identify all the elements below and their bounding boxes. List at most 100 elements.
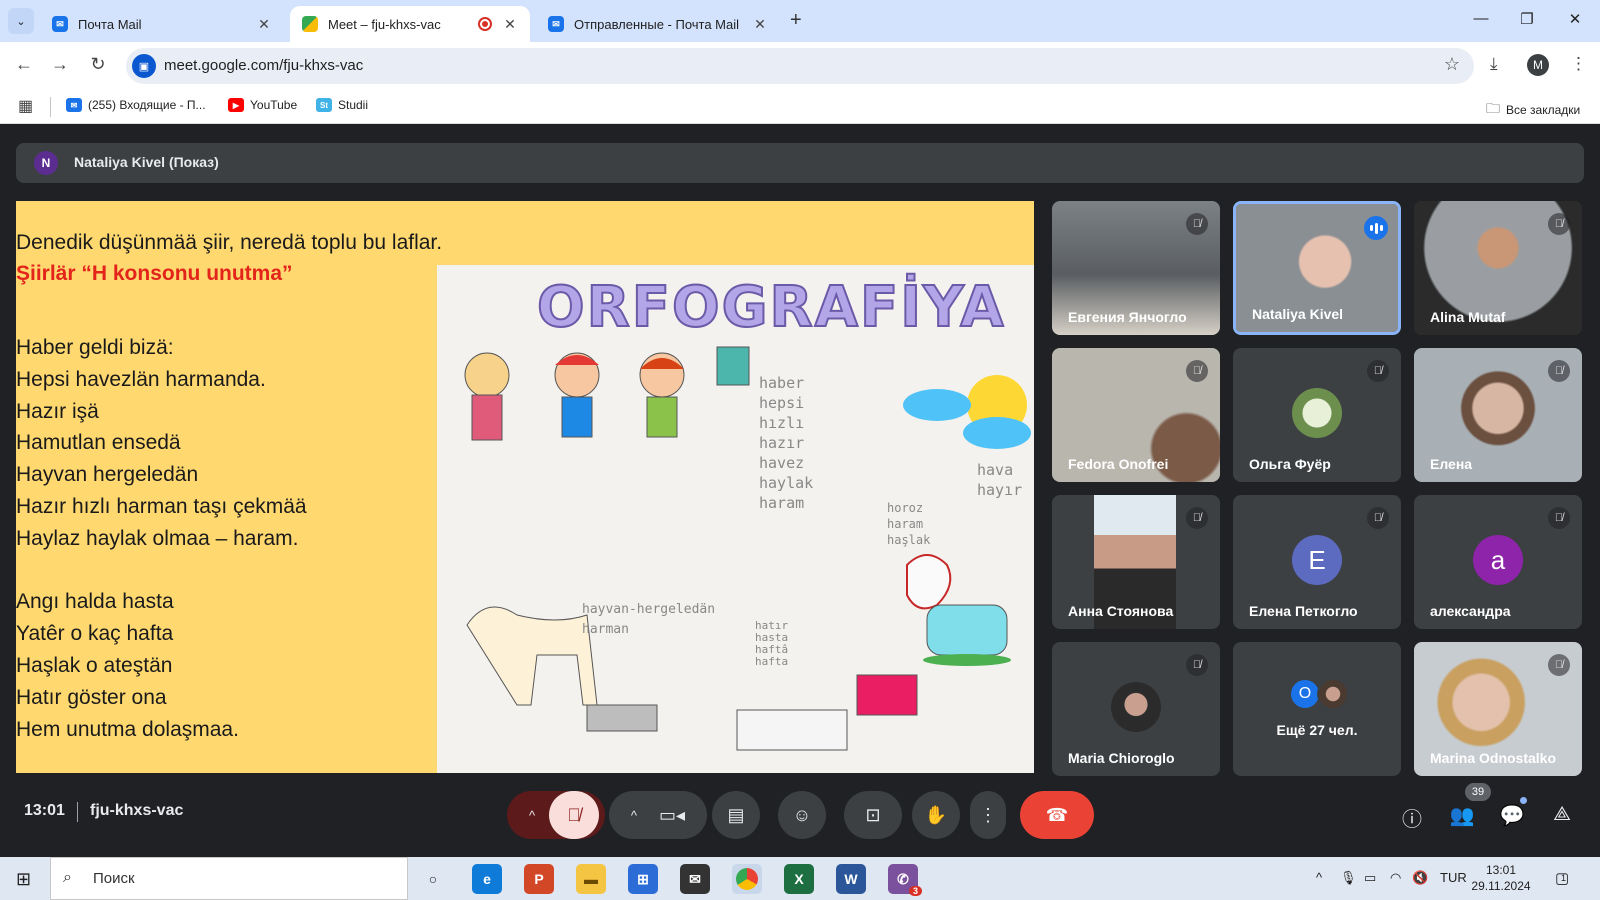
new-tab-button[interactable]: + <box>790 9 802 32</box>
participant-tile[interactable]: E 🎙̸ Елена Петкогло <box>1233 495 1401 629</box>
raise-hand-button[interactable]: ✋ <box>912 791 960 839</box>
activities-icon[interactable]: ⟁ <box>1548 803 1576 826</box>
drawing-words-col3: horoz haram haşlak <box>887 500 930 548</box>
participant-tile-speaking[interactable]: Nataliya Kivel <box>1233 201 1401 335</box>
participant-tile[interactable]: 🎙̸ Евгения Янчогло <box>1052 201 1220 335</box>
poem-line: Haylaz haylak olmaa – haram. <box>16 526 299 550</box>
chrome-icon[interactable] <box>732 864 762 894</box>
drawing-word: horoz <box>887 501 924 515</box>
tab-title: Почта Mail <box>78 16 142 32</box>
tab-pochta-mail[interactable]: ✉ Почта Mail ✕ <box>40 6 284 42</box>
participant-name: Ольга Фуёр <box>1249 456 1331 472</box>
tab-title: Meet – fju-khxs-vac <box>328 16 441 32</box>
video-options-button[interactable]: ^ ▭◂ <box>609 791 707 839</box>
wifi-icon[interactable]: ◠ <box>1390 870 1401 886</box>
apps-grid-icon[interactable]: ▦ <box>18 96 33 116</box>
drawing-word: hızlı <box>759 414 805 432</box>
reload-button[interactable]: ↻ <box>86 54 110 75</box>
viber-glyph: ✆ <box>897 870 909 887</box>
restore-button[interactable]: ❐ <box>1512 10 1542 28</box>
captions-button[interactable]: ▤ <box>712 791 760 839</box>
drawing-words-col5: hatır hasta haftâ hafta <box>755 620 788 668</box>
file-explorer-icon[interactable]: ▬ <box>576 864 606 894</box>
taskbar-search[interactable]: ⌕ Поиск <box>50 857 408 900</box>
shared-screen-slide: Denedik düşünmää şiir, neredä toplu bu l… <box>16 201 1034 773</box>
drawing-words-col4: hayvan-hergeledän harman <box>582 600 715 640</box>
more-options-button[interactable]: ⋮ <box>970 791 1006 839</box>
close-icon[interactable]: ✕ <box>502 16 518 33</box>
drawing-word: hazır <box>759 434 805 452</box>
store-icon[interactable]: ⊞ <box>628 864 658 894</box>
drawing-word: haber <box>759 374 805 392</box>
tray-overflow-icon[interactable]: ^ <box>1316 870 1322 885</box>
participant-tile[interactable]: 🎙̸ Maria Chioroglo <box>1052 642 1220 776</box>
chat-icon[interactable]: 💬 <box>1498 803 1526 828</box>
minimize-button[interactable]: — <box>1466 10 1496 27</box>
participant-name: Marina Odnostalko <box>1430 750 1557 766</box>
participant-tile[interactable]: a 🎙̸ александра <box>1414 495 1582 629</box>
close-icon[interactable]: ✕ <box>752 16 768 33</box>
cortana-icon[interactable]: ○ <box>418 864 448 894</box>
bookmark-youtube[interactable]: ▶ YouTube <box>228 98 297 112</box>
participant-tile[interactable]: 🎙̸ Ольга Фуёр <box>1233 348 1401 482</box>
participant-avatar <box>1111 682 1161 732</box>
drawing-illustration <box>464 346 1031 751</box>
drawing-words-col2: hava hayır <box>977 460 1022 500</box>
excel-icon[interactable]: X <box>784 864 814 894</box>
all-bookmarks[interactable]: 🗀 Все закладки <box>1486 98 1580 122</box>
microphone-tray-icon[interactable]: 🎙 <box>1340 870 1357 886</box>
powerpoint-icon[interactable]: P <box>524 864 554 894</box>
windows-taskbar: ⊞ ⌕ Поиск ○ e P ▬ ⊞ ✉ X W ✆ 3 ^ 🎙 ▭ ◠ 🔇 … <box>0 857 1600 900</box>
menu-kebab-icon[interactable]: ⋮ <box>1570 54 1587 74</box>
site-info-icon[interactable]: ▣ <box>132 54 156 78</box>
participant-tile[interactable]: 🎙̸ Marina Odnostalko <box>1414 642 1582 776</box>
word-icon[interactable]: W <box>836 864 866 894</box>
download-icon[interactable]: ⤓ <box>1490 54 1498 74</box>
drawing-word: hayır <box>977 481 1023 499</box>
chevron-up-icon: ^ <box>528 807 536 823</box>
browser-toolbar: ← → ↻ ▣ meet.google.com/fju-khxs-vac ☆ ⤓… <box>0 42 1600 90</box>
participant-tile[interactable]: 🎙̸ Alina Mutaf <box>1414 201 1582 335</box>
participant-tile[interactable]: 🎙̸ Fedora Onofrei <box>1052 348 1220 482</box>
notifications-icon[interactable]: ▢ 1 <box>1555 869 1569 887</box>
taskbar-clock[interactable]: 13:01 29.11.2024 <box>1466 862 1536 894</box>
bookmark-label: YouTube <box>250 98 298 112</box>
divider <box>77 802 78 822</box>
battery-icon[interactable]: ▭ <box>1364 870 1376 886</box>
bookmark-inbox[interactable]: ✉ (255) Входящие - П... <box>66 98 206 112</box>
poem-line: Hatır göster ona <box>16 685 167 709</box>
language-indicator[interactable]: TUR <box>1440 870 1467 885</box>
viber-icon[interactable]: ✆ 3 <box>888 864 922 896</box>
more-participants-tile[interactable]: O Ещё 27 чел. <box>1233 642 1401 776</box>
present-screen-button[interactable]: ⊡ <box>844 791 902 839</box>
windows-start-icon[interactable]: ⊞ <box>16 869 31 890</box>
mail-app-icon[interactable]: ✉ <box>680 864 710 894</box>
tab-meet[interactable]: Meet – fju-khxs-vac ✕ <box>290 6 530 42</box>
bookmark-star-icon[interactable]: ☆ <box>1444 54 1460 75</box>
people-icon[interactable]: 👥 <box>1448 803 1476 828</box>
forward-button[interactable]: → <box>48 54 72 75</box>
participant-name: Alina Mutaf <box>1430 309 1506 325</box>
back-button[interactable]: ← <box>12 54 36 75</box>
leave-call-button[interactable]: ☎ <box>1020 791 1094 839</box>
mail-icon: ✉ <box>548 16 564 32</box>
address-bar[interactable]: ▣ meet.google.com/fju-khxs-vac ☆ <box>126 48 1474 84</box>
participant-tile[interactable]: 🎙̸ Елена <box>1414 348 1582 482</box>
mic-off-icon: 🎙̸ <box>1186 507 1208 529</box>
participant-tile[interactable]: 🎙̸ Анна Стоянова <box>1052 495 1220 629</box>
close-window-button[interactable]: ✕ <box>1560 10 1590 28</box>
profile-avatar[interactable]: M <box>1527 54 1549 76</box>
bookmark-studii[interactable]: St Studii <box>316 98 368 112</box>
reactions-button[interactable]: ☺ <box>778 791 826 839</box>
meeting-info-icon[interactable]: ⓘ <box>1398 803 1426 832</box>
poem-line: Haşlak o ateştän <box>16 653 173 677</box>
participant-name: Nataliya Kivel <box>1252 306 1344 322</box>
drawing-words-col1: haber hepsi hızlı hazır havez haylak har… <box>759 373 813 513</box>
microphone-toggle-button[interactable]: 🎙̸ <box>549 791 599 839</box>
tab-search-menu-button[interactable]: ⌄ <box>8 8 34 34</box>
poem-line <box>16 555 307 587</box>
close-icon[interactable]: ✕ <box>256 16 272 33</box>
tab-sent-mail[interactable]: ✉ Отправленные - Почта Mail ✕ <box>536 6 780 42</box>
edge-icon[interactable]: e <box>472 864 502 894</box>
volume-muted-icon[interactable]: 🔇 <box>1412 870 1428 886</box>
